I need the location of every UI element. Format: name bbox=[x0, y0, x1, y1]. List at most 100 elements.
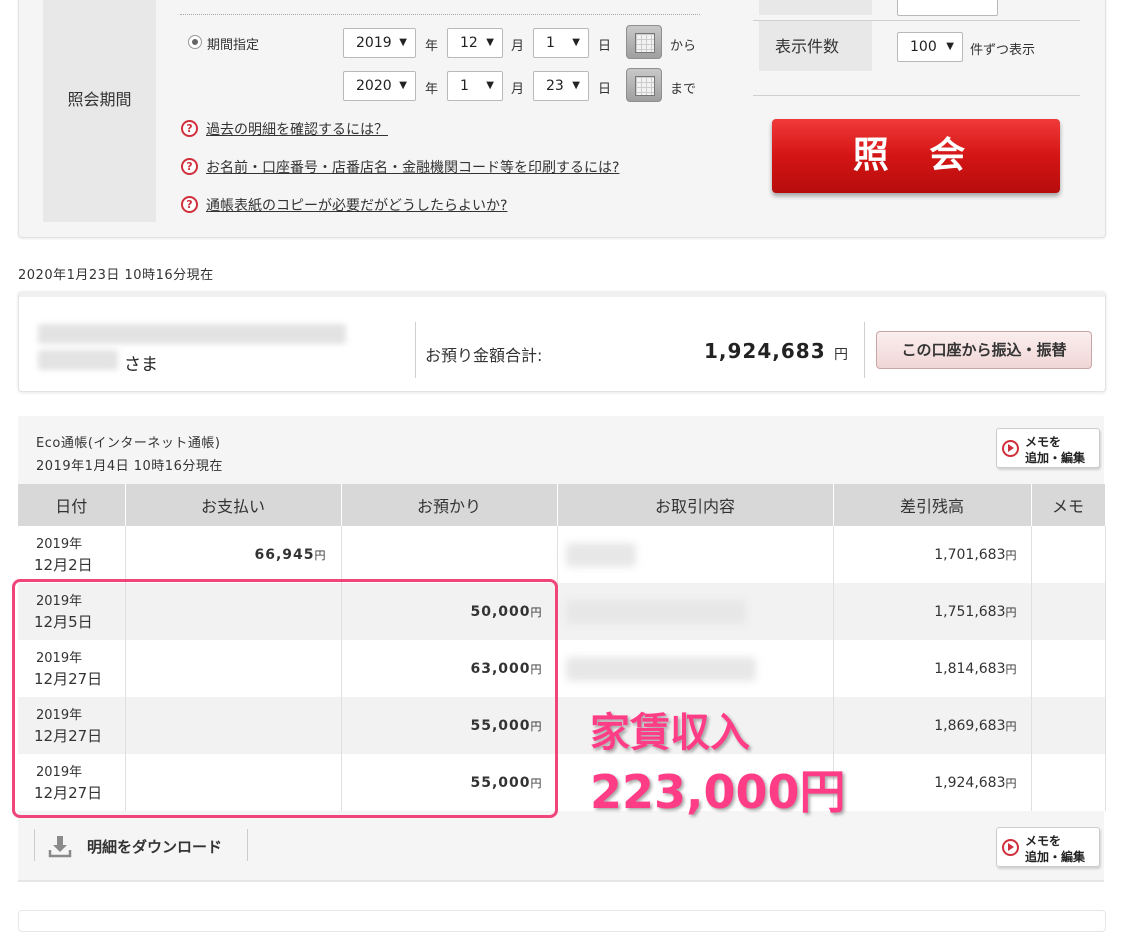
unit-day: 日 bbox=[598, 82, 612, 97]
from-calendar-icon[interactable] bbox=[626, 25, 662, 59]
chevron-down-icon: ▼ bbox=[486, 37, 494, 48]
play-icon bbox=[1002, 839, 1019, 856]
memo-button-line1: メモを bbox=[1025, 435, 1062, 449]
search-button[interactable]: 照 会 bbox=[772, 119, 1060, 193]
period-radio[interactable] bbox=[188, 35, 202, 49]
from-day-select[interactable]: 1 ▼ bbox=[533, 28, 589, 58]
row-month-day: 12月2日 bbox=[34, 555, 93, 574]
row-year: 2019年 bbox=[36, 536, 83, 552]
from-year-value: 2019 bbox=[356, 35, 392, 51]
balance-amount: 1,701,683 bbox=[934, 546, 1006, 563]
divider bbox=[753, 95, 1080, 96]
unit-day: 日 bbox=[598, 39, 612, 54]
to-month-select[interactable]: 1 ▼ bbox=[447, 71, 503, 101]
memo-edit-button[interactable]: メモを 追加・編集 bbox=[996, 428, 1100, 468]
memo-cell bbox=[1031, 526, 1106, 583]
table-row: 2019年 12月2日 66,945円 1,701,683円 bbox=[18, 526, 1106, 583]
download-link[interactable]: 明細をダウンロード bbox=[87, 836, 222, 857]
to-day-select[interactable]: 23 ▼ bbox=[533, 71, 589, 101]
to-year-select[interactable]: 2020 ▼ bbox=[343, 71, 416, 101]
chevron-down-icon: ▼ bbox=[399, 37, 407, 48]
balance-label: お預り金額合計: bbox=[425, 346, 543, 365]
help-link-cover-copy[interactable]: 通帳表紙のコピーが必要だがどうしたらよいか? bbox=[206, 195, 507, 215]
from-month-value: 12 bbox=[460, 35, 478, 51]
from-month-select[interactable]: 12 ▼ bbox=[447, 28, 503, 58]
unit-month: 月 bbox=[511, 39, 525, 54]
memo-cell bbox=[1031, 697, 1106, 754]
payment-cell: 66,945円 bbox=[125, 526, 342, 583]
to-year-value: 2020 bbox=[356, 78, 392, 94]
period-option-label: 期間指定 bbox=[207, 38, 260, 53]
yen-unit: 円 bbox=[314, 548, 327, 562]
from-suffix: から bbox=[670, 39, 697, 54]
order-label-cell bbox=[759, 0, 872, 15]
transfer-button[interactable]: この口座から振込・振替 bbox=[876, 331, 1092, 369]
balance-amount: 1,751,683 bbox=[934, 603, 1006, 620]
help-link-print-info[interactable]: お名前・口座番号・店番店名・金融機関コード等を印刷するには? bbox=[206, 157, 619, 177]
memo-button-line2: 追加・編集 bbox=[1025, 850, 1086, 864]
col-date: 日付 bbox=[18, 484, 126, 526]
balance-cell: 1,751,683円 bbox=[833, 583, 1032, 640]
col-memo: メモ bbox=[1031, 484, 1106, 526]
chevron-down-icon: ▼ bbox=[572, 80, 580, 91]
divider bbox=[415, 322, 416, 378]
memo-cell bbox=[1031, 640, 1106, 697]
yen-unit: 円 bbox=[1005, 776, 1017, 790]
balance-cell: 1,814,683円 bbox=[833, 640, 1032, 697]
count-suffix: 件ずつ表示 bbox=[970, 43, 1036, 58]
balance-amount: 1,869,683 bbox=[934, 717, 1006, 734]
to-suffix: まで bbox=[670, 82, 697, 97]
unit-year: 年 bbox=[425, 82, 439, 97]
count-select[interactable]: 100 ▼ bbox=[897, 32, 963, 62]
yen-unit: 円 bbox=[1005, 662, 1017, 676]
memo-button-line2: 追加・編集 bbox=[1025, 451, 1086, 465]
balance-cell: 1,924,683円 bbox=[833, 754, 1032, 811]
count-value: 100 bbox=[910, 39, 937, 55]
memo-button-line1: メモを bbox=[1025, 834, 1062, 848]
col-payment: お支払い bbox=[125, 484, 342, 526]
to-day-value: 23 bbox=[546, 78, 564, 94]
to-month-value: 1 bbox=[460, 78, 469, 94]
count-label: 表示件数 bbox=[775, 37, 840, 56]
timestamp: 2020年1月23日 10時16分現在 bbox=[18, 268, 214, 283]
period-label: 照会期間 bbox=[67, 90, 132, 109]
help-icon: ? bbox=[181, 158, 198, 175]
download-icon bbox=[48, 836, 72, 858]
unit-year: 年 bbox=[425, 39, 439, 54]
balance-amount: 1,814,683 bbox=[934, 660, 1006, 677]
deposit-cell bbox=[341, 526, 558, 583]
yen-unit: 円 bbox=[1005, 548, 1017, 562]
period-label-cell: 照会期間 bbox=[43, 0, 156, 222]
play-icon bbox=[1002, 440, 1019, 457]
account-holder-suffix: さま bbox=[124, 355, 158, 375]
from-year-select[interactable]: 2019 ▼ bbox=[343, 28, 416, 58]
rent-income-highlight bbox=[12, 579, 558, 818]
passbook-title: Eco通帳(インターネット通帳) bbox=[36, 436, 221, 451]
memo-cell bbox=[1031, 583, 1106, 640]
payment-amount: 66,945 bbox=[254, 546, 315, 563]
from-day-value: 1 bbox=[546, 35, 555, 51]
balance-unit: 円 bbox=[834, 347, 848, 363]
divider bbox=[180, 14, 700, 15]
passbook-as-of: 2019年1月4日 10時16分現在 bbox=[36, 459, 223, 474]
annotation-title: 家賃収入 bbox=[590, 710, 750, 756]
chevron-down-icon: ▼ bbox=[572, 37, 580, 48]
order-select[interactable] bbox=[897, 0, 998, 16]
chevron-down-icon: ▼ bbox=[946, 41, 954, 52]
account-name-redacted bbox=[38, 350, 118, 370]
date-cell: 2019年 12月2日 bbox=[18, 526, 126, 583]
table-header-row: 日付 お支払い お預かり お取引内容 差引残高 メモ bbox=[18, 484, 1106, 526]
description-redacted bbox=[565, 599, 746, 624]
memo-cell bbox=[1031, 754, 1106, 811]
col-deposit: お預かり bbox=[341, 484, 558, 526]
balance-amount: 1,924,683 bbox=[934, 774, 1006, 791]
help-link-past-statements[interactable]: 過去の明細を確認するには？ bbox=[206, 119, 388, 139]
chevron-down-icon: ▼ bbox=[399, 80, 407, 91]
next-section-card bbox=[18, 910, 1106, 932]
annotation-amount: 223,000円 bbox=[590, 765, 846, 819]
memo-edit-button-bottom[interactable]: メモを 追加・編集 bbox=[996, 827, 1100, 867]
to-calendar-icon[interactable] bbox=[626, 68, 662, 102]
description-cell bbox=[557, 526, 834, 583]
description-redacted bbox=[565, 542, 636, 567]
help-icon: ? bbox=[181, 120, 198, 137]
